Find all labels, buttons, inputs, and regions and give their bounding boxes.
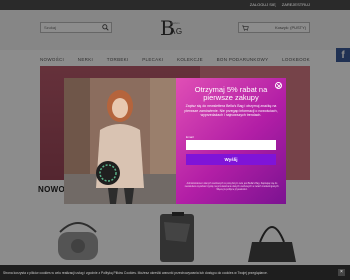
popup-heading: Otrzymaj 5% rabat na pierwsze zakupy xyxy=(194,85,268,102)
register-link[interactable]: ZAREJESTRUJ xyxy=(282,2,310,7)
popup-description: Zapisz się do newslettera Bella's Bag i … xyxy=(184,104,278,117)
cookie-text: Strona korzysta z plików cookies w celu … xyxy=(3,270,268,275)
submit-button[interactable]: Wyślij xyxy=(186,154,276,165)
email-label: Email xyxy=(186,135,194,139)
cookie-close-button[interactable]: × xyxy=(338,269,345,276)
top-bar: ZALOGUJ SIĘ ZAREJESTRUJ xyxy=(0,0,350,10)
newsletter-popup: Otrzymaj 5% rabat na pierwsze zakupy Zap… xyxy=(64,78,286,204)
popup-form-panel: Otrzymaj 5% rabat na pierwsze zakupy Zap… xyxy=(176,78,286,204)
account-links: ZALOGUJ SIĘ ZAREJESTRUJ xyxy=(250,2,310,7)
cookie-bar: Strona korzysta z plików cookies w celu … xyxy=(0,265,350,280)
popup-legal-text: Administratorem danych osobowych w powyż… xyxy=(184,183,280,191)
popup-photo xyxy=(64,78,176,204)
email-field[interactable] xyxy=(186,140,276,150)
login-link[interactable]: ZALOGUJ SIĘ xyxy=(250,2,276,7)
